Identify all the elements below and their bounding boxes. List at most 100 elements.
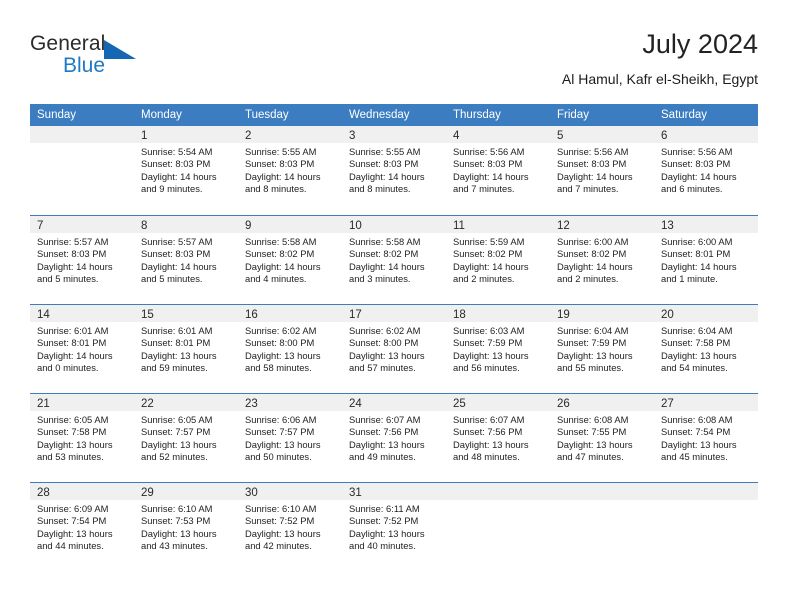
day-number: 15 (141, 309, 154, 321)
day-number: 17 (349, 309, 362, 321)
daylight-text-line2: and 6 minutes. (661, 183, 723, 195)
sunset-text: Sunset: 8:02 PM (245, 248, 315, 260)
daylight-text-line1: Daylight: 14 hours (349, 260, 425, 272)
day-sun-info: Sunrise: 6:04 AM Sunset: 7:59 PM Daylight:… (550, 322, 654, 375)
calendar-day-cell[interactable]: 18 Sunrise: 6:03 AM Sunset: 7:59 PM Dayligh… (446, 305, 550, 393)
day-sun-info: Sunrise: 6:07 AM Sunset: 7:56 PM Daylight:… (446, 411, 550, 464)
daylight-text-line1: Daylight: 13 hours (245, 438, 321, 450)
calendar-week-row: 14 Sunrise: 6:01 AM Sunset: 8:01 PM Dayligh… (30, 304, 758, 393)
day-number-band: 4 (446, 126, 550, 143)
daylight-text-line2: and 5 minutes. (141, 273, 203, 285)
triangle-icon (104, 40, 136, 59)
calendar-day-cell[interactable]: 25 Sunrise: 6:07 AM Sunset: 7:56 PM Dayligh… (446, 394, 550, 482)
calendar-day-cell[interactable]: 17 Sunrise: 6:02 AM Sunset: 8:00 PM Dayligh… (342, 305, 446, 393)
calendar-day-cell[interactable]: 4 Sunrise: 5:56 AM Sunset: 8:03 PM Daylight… (446, 126, 550, 215)
day-number-band: 9 (238, 216, 342, 233)
calendar-day-cell[interactable]: 11 Sunrise: 5:59 AM Sunset: 8:02 PM Dayligh… (446, 216, 550, 304)
sunset-text: Sunset: 8:00 PM (349, 337, 419, 349)
sunrise-text: Sunrise: 5:58 AM (349, 236, 421, 247)
daylight-text-line1: Daylight: 14 hours (245, 170, 321, 182)
calendar-day-cell[interactable]: 22 Sunrise: 6:05 AM Sunset: 7:57 PM Dayligh… (134, 394, 238, 482)
day-sun-info: Sunrise: 5:56 AM Sunset: 8:03 PM Daylight:… (446, 143, 550, 196)
calendar-day-cell[interactable]: 28 Sunrise: 6:09 AM Sunset: 7:54 PM Dayligh… (30, 483, 134, 571)
sunset-text: Sunset: 8:02 PM (453, 248, 523, 260)
calendar-day-cell[interactable]: 30 Sunrise: 6:10 AM Sunset: 7:52 PM Dayligh… (238, 483, 342, 571)
weekday-header-saturday: Saturday (661, 109, 708, 121)
calendar-day-cell[interactable]: 5 Sunrise: 5:56 AM Sunset: 8:03 PM Daylight… (550, 126, 654, 215)
sunrise-text: Sunrise: 6:04 AM (661, 325, 733, 336)
calendar-page: General Blue July 2024 Al Hamul, Kafr el… (0, 0, 792, 612)
sunrise-text: Sunrise: 6:02 AM (349, 325, 421, 336)
calendar-day-cell[interactable]: 14 Sunrise: 6:01 AM Sunset: 8:01 PM Dayligh… (30, 305, 134, 393)
day-number: 5 (557, 130, 564, 142)
day-sun-info: Sunrise: 6:05 AM Sunset: 7:57 PM Daylight:… (134, 411, 238, 464)
day-number-band: 12 (550, 216, 654, 233)
day-sun-info: Sunrise: 6:01 AM Sunset: 8:01 PM Daylight:… (134, 322, 238, 375)
page-header: General Blue July 2024 Al Hamul, Kafr el… (30, 28, 758, 94)
daylight-text-line1: Daylight: 13 hours (141, 349, 217, 361)
daylight-text-line1: Daylight: 14 hours (661, 170, 737, 182)
calendar-day-cell[interactable]: 1 Sunrise: 5:54 AM Sunset: 8:03 PM Daylight… (134, 126, 238, 215)
sunset-text: Sunset: 7:53 PM (141, 515, 211, 527)
sunrise-text: Sunrise: 6:05 AM (141, 414, 213, 425)
calendar-day-cell[interactable]: 7 Sunrise: 5:57 AM Sunset: 8:03 PM Daylight… (30, 216, 134, 304)
calendar-day-cell[interactable]: 21 Sunrise: 6:05 AM Sunset: 7:58 PM Dayligh… (30, 394, 134, 482)
daylight-text-line2: and 8 minutes. (245, 183, 307, 195)
general-blue-logo[interactable]: General Blue (30, 32, 160, 88)
day-number: 12 (557, 220, 570, 232)
calendar-day-cell[interactable]: 12 Sunrise: 6:00 AM Sunset: 8:02 PM Dayligh… (550, 216, 654, 304)
calendar-day-cell[interactable]: 10 Sunrise: 5:58 AM Sunset: 8:02 PM Dayligh… (342, 216, 446, 304)
calendar-day-cell[interactable]: 27 Sunrise: 6:08 AM Sunset: 7:54 PM Dayligh… (654, 394, 758, 482)
calendar-day-cell[interactable]: 26 Sunrise: 6:08 AM Sunset: 7:55 PM Dayligh… (550, 394, 654, 482)
calendar-day-cell[interactable]: 19 Sunrise: 6:04 AM Sunset: 7:59 PM Dayligh… (550, 305, 654, 393)
day-number-band: 22 (134, 394, 238, 411)
calendar-day-cell[interactable]: 23 Sunrise: 6:06 AM Sunset: 7:57 PM Dayligh… (238, 394, 342, 482)
day-sun-info: Sunrise: 6:04 AM Sunset: 7:58 PM Daylight:… (654, 322, 758, 375)
sunset-text: Sunset: 7:59 PM (557, 337, 627, 349)
weekday-header-wednesday: Wednesday (349, 109, 410, 121)
calendar-day-cell[interactable]: 13 Sunrise: 6:00 AM Sunset: 8:01 PM Dayligh… (654, 216, 758, 304)
daylight-text-line1: Daylight: 13 hours (557, 349, 633, 361)
calendar-day-cell[interactable]: 20 Sunrise: 6:04 AM Sunset: 7:58 PM Dayligh… (654, 305, 758, 393)
daylight-text-line2: and 48 minutes. (453, 451, 520, 463)
calendar-day-cell[interactable]: 29 Sunrise: 6:10 AM Sunset: 7:53 PM Dayligh… (134, 483, 238, 571)
daylight-text-line2: and 54 minutes. (661, 362, 728, 374)
sunset-text: Sunset: 7:54 PM (661, 426, 731, 438)
calendar-day-cell[interactable]: 16 Sunrise: 6:02 AM Sunset: 8:00 PM Dayligh… (238, 305, 342, 393)
calendar-day-cell[interactable]: 3 Sunrise: 5:55 AM Sunset: 8:03 PM Daylight… (342, 126, 446, 215)
sunrise-text: Sunrise: 5:55 AM (349, 146, 421, 157)
day-number-band: 28 (30, 483, 134, 500)
day-sun-info: Sunrise: 6:10 AM Sunset: 7:53 PM Daylight:… (134, 500, 238, 553)
calendar-day-cell[interactable]: 8 Sunrise: 5:57 AM Sunset: 8:03 PM Daylight… (134, 216, 238, 304)
daylight-text-line1: Daylight: 13 hours (37, 527, 113, 539)
calendar-day-cell[interactable]: 24 Sunrise: 6:07 AM Sunset: 7:56 PM Dayligh… (342, 394, 446, 482)
day-sun-info: Sunrise: 5:57 AM Sunset: 8:03 PM Daylight:… (30, 233, 134, 286)
calendar-day-cell[interactable]: 15 Sunrise: 6:01 AM Sunset: 8:01 PM Dayligh… (134, 305, 238, 393)
weekday-header-monday: Monday (141, 109, 182, 121)
day-number: 9 (245, 220, 252, 232)
day-number-band: 21 (30, 394, 134, 411)
day-sun-info: Sunrise: 6:09 AM Sunset: 7:54 PM Daylight:… (30, 500, 134, 553)
sunrise-text: Sunrise: 6:05 AM (37, 414, 109, 425)
daylight-text-line1: Daylight: 13 hours (37, 438, 113, 450)
day-number-band: 17 (342, 305, 446, 322)
sunrise-text: Sunrise: 5:57 AM (37, 236, 109, 247)
day-number-band: 8 (134, 216, 238, 233)
day-number-band: 10 (342, 216, 446, 233)
calendar-day-cell[interactable]: 9 Sunrise: 5:58 AM Sunset: 8:02 PM Daylight… (238, 216, 342, 304)
day-number-band: 25 (446, 394, 550, 411)
sunrise-text: Sunrise: 6:04 AM (557, 325, 629, 336)
daylight-text-line2: and 47 minutes. (557, 451, 624, 463)
day-sun-info: Sunrise: 6:02 AM Sunset: 8:00 PM Daylight:… (342, 322, 446, 375)
calendar-day-cell[interactable]: 31 Sunrise: 6:11 AM Sunset: 7:52 PM Dayligh… (342, 483, 446, 571)
day-number-band: 16 (238, 305, 342, 322)
daylight-text-line2: and 8 minutes. (349, 183, 411, 195)
calendar-day-cell-empty (550, 483, 654, 571)
calendar-day-cell[interactable]: 6 Sunrise: 5:56 AM Sunset: 8:03 PM Daylight… (654, 126, 758, 215)
daylight-text-line1: Daylight: 14 hours (37, 349, 113, 361)
day-number-band: 26 (550, 394, 654, 411)
sunrise-text: Sunrise: 6:08 AM (557, 414, 629, 425)
calendar-day-cell[interactable]: 2 Sunrise: 5:55 AM Sunset: 8:03 PM Daylight… (238, 126, 342, 215)
day-number-band: 30 (238, 483, 342, 500)
daylight-text-line2: and 58 minutes. (245, 362, 312, 374)
